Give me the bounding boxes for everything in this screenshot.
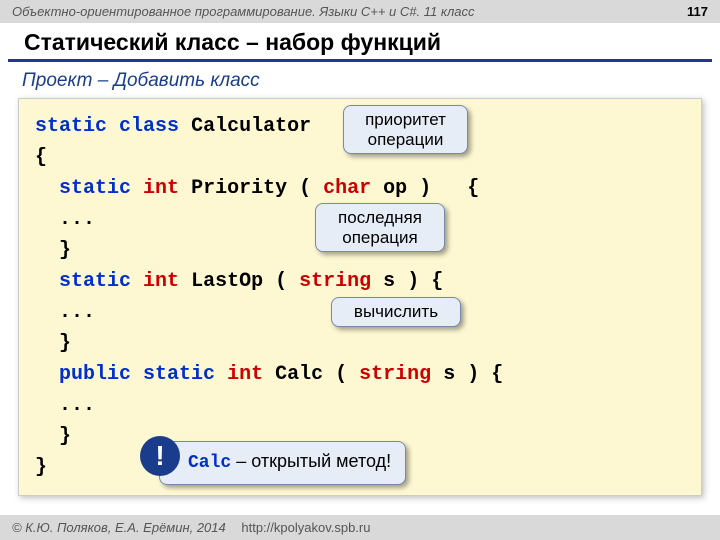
brace: }: [59, 425, 71, 448]
method-name: LastOp: [191, 270, 263, 293]
keyword-static: static: [143, 363, 215, 386]
method-name: Calc: [275, 363, 323, 386]
keyword-static: static: [59, 177, 131, 200]
code-block: static class Calculator { static int Pri…: [18, 98, 702, 496]
footer-authors: © К.Ю. Поляков, Е.А. Ерёмин, 2014: [12, 520, 226, 535]
param: s: [383, 270, 395, 293]
method-name: Priority: [191, 177, 287, 200]
header-bar: Объектно-ориентированное программировани…: [0, 0, 720, 23]
type-string: string: [359, 363, 431, 386]
exclamation-icon: !: [140, 436, 180, 476]
paren: ): [467, 363, 479, 386]
paren: (: [299, 177, 311, 200]
type-char: char: [323, 177, 371, 200]
class-name: Calculator: [191, 115, 311, 138]
brace: }: [35, 456, 47, 479]
brace: {: [35, 146, 47, 169]
footer-url: http://kpolyakov.spb.ru: [241, 520, 370, 535]
paren: ): [419, 177, 431, 200]
page-title: Статический класс – набор функций: [8, 23, 712, 62]
type-int: int: [227, 363, 263, 386]
note-box: ! Calc – открытый метод!: [159, 441, 406, 485]
brace: }: [59, 332, 71, 355]
brace: {: [467, 177, 479, 200]
course-title: Объектно-ориентированное программировани…: [12, 4, 475, 19]
note-text: – открытый метод!: [231, 451, 391, 471]
ellipsis: ...: [59, 394, 95, 417]
type-string: string: [299, 270, 371, 293]
paren: ): [407, 270, 419, 293]
note-calc: Calc: [188, 453, 231, 473]
param: s: [443, 363, 455, 386]
callout-priority: приоритет операции: [343, 105, 468, 154]
page-number: 117: [687, 4, 708, 19]
type-int: int: [143, 270, 179, 293]
brace: }: [59, 239, 71, 262]
callout-lastop: последняя операция: [315, 203, 445, 252]
ellipsis: ...: [59, 301, 95, 324]
keyword-static: static: [35, 115, 107, 138]
paren: (: [275, 270, 287, 293]
type-int: int: [143, 177, 179, 200]
brace: {: [431, 270, 443, 293]
subtitle: Проект – Добавить класс: [0, 70, 720, 98]
brace: {: [491, 363, 503, 386]
param: op: [383, 177, 407, 200]
footer: © К.Ю. Поляков, Е.А. Ерёмин, 2014 http:/…: [0, 515, 720, 540]
paren: (: [335, 363, 347, 386]
keyword-public: public: [59, 363, 131, 386]
keyword-static: static: [59, 270, 131, 293]
callout-calc: вычислить: [331, 297, 461, 327]
ellipsis: ...: [59, 208, 95, 231]
keyword-class: class: [119, 115, 179, 138]
